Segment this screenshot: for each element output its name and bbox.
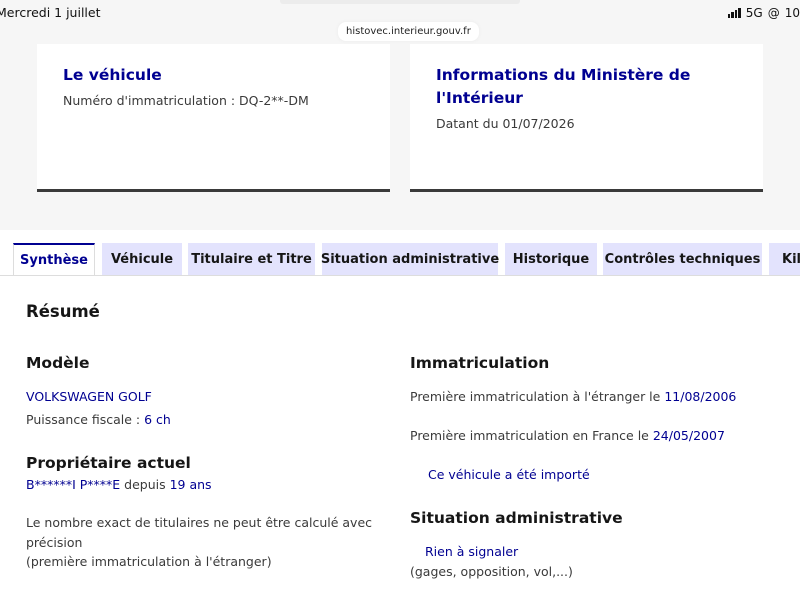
status-date: Mercredi 1 juillet: [0, 5, 101, 20]
france-registration: Première immatriculation en France le 24…: [410, 428, 725, 443]
summary-title: Résumé: [26, 302, 100, 321]
foreign-registration-label: Première immatriculation à l'étranger le: [410, 389, 665, 404]
model-heading: Modèle: [26, 354, 90, 372]
tab-controles-techniques[interactable]: Contrôles techniques: [603, 243, 762, 276]
vehicle-card-title: Le véhicule: [63, 66, 162, 84]
owner-info: B******I P****E depuis 19 ans: [26, 477, 212, 492]
ministry-date: Datant du 01/07/2026: [436, 116, 575, 131]
network-label: 5G: [745, 6, 763, 20]
owner-name: B******I P****E: [26, 477, 121, 492]
tab-kilometrage[interactable]: Kilo: [769, 243, 800, 276]
imported-vehicle-link[interactable]: Ce véhicule a été importé: [428, 467, 590, 482]
fiscal-power-value: 6 ch: [144, 412, 171, 427]
ministry-card: Informations du Ministère de l'Intérieur…: [410, 44, 763, 192]
plate-number: Numéro d'immatriculation : DQ-2**-DM: [63, 93, 309, 108]
location-icon: @: [767, 6, 780, 20]
plate-value: DQ-2**-DM: [239, 93, 309, 108]
admin-situation-status-link[interactable]: Rien à signaler: [425, 544, 518, 559]
status-bar: Mercredi 1 juillet 5G @ 10 histovec.inte…: [0, 0, 800, 44]
tab-bar: Synthèse Véhicule Titulaire et Titre Sit…: [0, 230, 800, 276]
admin-situation-detail: (gages, opposition, vol,...): [410, 564, 573, 579]
tab-situation-administrative[interactable]: Situation administrative: [321, 243, 499, 276]
tab-synthese[interactable]: Synthèse: [13, 243, 95, 276]
top-grabber: [280, 0, 520, 4]
owner-since-label: depuis: [120, 477, 170, 492]
status-indicators: 5G @ 10: [727, 6, 800, 20]
owner-note-line3: (première immatriculation à l'étranger): [26, 554, 272, 569]
vehicle-card: Le véhicule Numéro d'immatriculation : D…: [37, 44, 390, 192]
signal-icon: [727, 8, 741, 18]
foreign-registration: Première immatriculation à l'étranger le…: [410, 389, 736, 404]
france-registration-label: Première immatriculation en France le: [410, 428, 653, 443]
model-name: VOLKSWAGEN GOLF: [26, 389, 152, 404]
registration-heading: Immatriculation: [410, 354, 550, 372]
tab-historique[interactable]: Historique: [505, 243, 597, 276]
owner-note-line2: précision: [26, 535, 83, 550]
tab-vehicule[interactable]: Véhicule: [102, 243, 182, 276]
plate-label: Numéro d'immatriculation :: [63, 93, 240, 108]
admin-situation-heading: Situation administrative: [410, 509, 623, 527]
ministry-card-title: Informations du Ministère de l'Intérieur: [436, 66, 691, 107]
owner-since-value: 19 ans: [169, 477, 212, 492]
owner-note-line1: Le nombre exact de titulaires ne peut êt…: [26, 515, 373, 530]
tab-panel-border: [0, 275, 800, 276]
fiscal-power-label: Puissance fiscale :: [26, 412, 145, 427]
url-bar[interactable]: histovec.interieur.gouv.fr: [338, 22, 479, 41]
battery-percent: 10: [784, 6, 800, 20]
foreign-registration-date: 11/08/2006: [664, 389, 737, 404]
info-cards-area: Le véhicule Numéro d'immatriculation : D…: [0, 44, 800, 230]
owner-heading: Propriétaire actuel: [26, 454, 191, 472]
tab-titulaire-titre[interactable]: Titulaire et Titre: [188, 243, 315, 276]
france-registration-date: 24/05/2007: [652, 428, 725, 443]
fiscal-power: Puissance fiscale : 6 ch: [26, 412, 171, 427]
